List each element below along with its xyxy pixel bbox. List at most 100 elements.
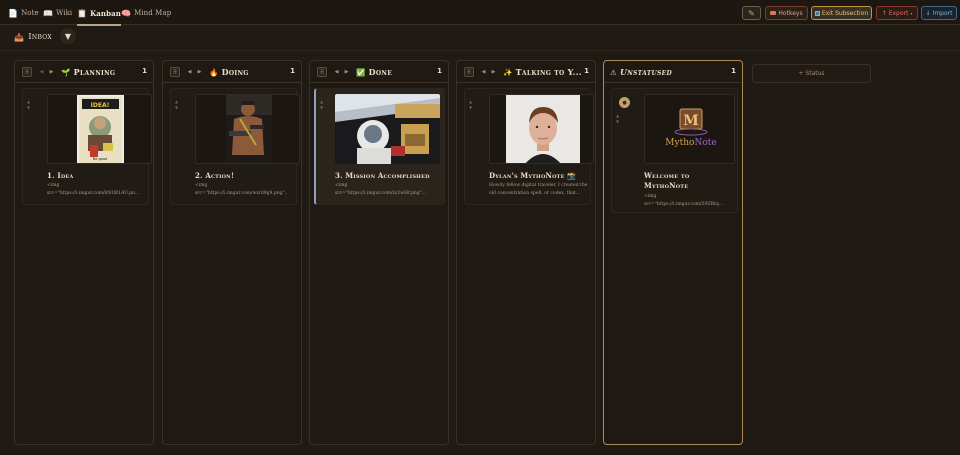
status-icon[interactable]: ●: [619, 97, 630, 108]
card-title-line: Welcome to: [644, 171, 690, 180]
fire-icon: 🔥: [209, 67, 219, 77]
card-snippet: <img src="https://i.imgur.com/wzrd9g9.pn…: [195, 183, 289, 196]
clipboard-icon: 📋: [77, 8, 88, 18]
kanban-column-unstatused: ⚠ Unstatused 1 ● ▲ ▼ M MythoNote Welcome …: [603, 60, 743, 445]
column-title-text: Done: [368, 67, 393, 77]
column-title[interactable]: ✅ Done: [356, 66, 436, 78]
column-count: 1: [290, 67, 295, 75]
tab-label: Mind Map: [134, 9, 172, 17]
card-thumbnail: [489, 94, 594, 164]
column-title-text: Doing: [221, 67, 249, 77]
column-title-text: Unstatused: [619, 67, 673, 77]
card-snippet: <img src="https://i.imgur.com/Z9ZRtq...: [644, 194, 724, 207]
kanban-card[interactable]: ▲ ▼ 2. Action! <img src="https://i.imgur.…: [170, 88, 300, 205]
exit-label: Exit Subsection: [821, 9, 869, 17]
edit-button[interactable]: ✎: [742, 6, 761, 20]
tab-kanban[interactable]: 📋 Kanban: [77, 5, 121, 26]
card-snippet: <img src="https://i.imgur.com/zy2wHf.png…: [335, 183, 427, 196]
column-title[interactable]: ✨ Talking to Y...: [503, 66, 581, 78]
column-count: 1: [142, 67, 147, 75]
column-header: ⠿ ◀ ▶ ✨ Talking to Y... 1: [457, 61, 595, 83]
kanban-column-talking: ⠿ ◀ ▶ ✨ Talking to Y... 1 ▲ ▼ Dylan's Myt…: [456, 60, 596, 445]
import-button[interactable]: ↓ Import: [921, 6, 957, 20]
sparkles-icon: ✨: [503, 67, 513, 77]
inbox-selector[interactable]: 📥 Inbox: [14, 30, 52, 44]
add-status-button[interactable]: + Status: [752, 64, 871, 83]
warning-icon: ⚠: [610, 67, 617, 77]
chevron-down-icon: ▾: [910, 10, 913, 16]
drag-handle-icon[interactable]: ⠿: [317, 67, 327, 77]
astronaut-image: [335, 94, 440, 164]
exit-subsection-button[interactable]: Exit Subsection: [811, 6, 872, 20]
column-title[interactable]: 🌱 Planning: [61, 66, 141, 78]
column-count: 1: [731, 67, 736, 75]
mythonote-logo: M MythoNote: [645, 95, 734, 163]
card-snippet: <img src="https://i.imgur.com/kNLWL4U.pn…: [47, 183, 140, 196]
logo-word-note: Note: [694, 138, 716, 148]
export-button[interactable]: ↑ Export ▾: [876, 6, 918, 20]
inbox-dropdown-button[interactable]: ▼: [60, 28, 76, 44]
book-icon: 📖: [43, 8, 54, 18]
download-icon: ↓: [925, 9, 931, 17]
column-title-text: Planning: [73, 67, 116, 77]
move-right-icon[interactable]: ▶: [489, 67, 498, 76]
card-thumbnail: [335, 94, 440, 164]
inbox-label: Inbox: [28, 32, 52, 42]
card-thumbnail: IDEA! Be good: [47, 94, 152, 164]
svg-text:Be good: Be good: [93, 157, 107, 161]
tab-mind-map[interactable]: 🧠 Mind Map: [121, 5, 171, 21]
card-title: Dylan's MythoNote 📸: [489, 171, 577, 180]
check-icon: ✅: [356, 67, 366, 77]
card-reorder-icon[interactable]: ▲ ▼: [616, 113, 622, 125]
tab-label: Kanban: [90, 8, 121, 18]
column-header: ⚠ Unstatused 1: [604, 61, 742, 83]
kanban-column-doing: ⠿ ◀ ▶ 🔥 Doing 1 ▲ ▼ 2. Action! <img src="…: [162, 60, 302, 445]
move-left-icon[interactable]: ◀: [185, 67, 194, 76]
tab-wiki[interactable]: 📖 Wiki: [43, 5, 72, 21]
top-bar: 📄 Note 📖 Wiki 📋 Kanban 🧠 Mind Map ✎ Hotk…: [0, 0, 960, 26]
move-right-icon[interactable]: ▶: [47, 67, 56, 76]
pencil-icon: ✎: [748, 8, 755, 18]
action-image: [226, 95, 272, 163]
seedling-icon: 🌱: [61, 67, 71, 77]
column-header: ⠿ ◀ ▶ 🔥 Doing 1: [163, 61, 301, 83]
kanban-card[interactable]: ▲ ▼ Dylan's MythoNote 📸 Howdy fellow digi…: [464, 88, 594, 205]
card-reorder-icon[interactable]: ▲ ▼: [320, 99, 326, 111]
drag-handle-icon[interactable]: ⠿: [22, 67, 32, 77]
tab-label: Note: [21, 9, 39, 17]
kanban-card[interactable]: ● ▲ ▼ M MythoNote Welcome to MythoNote <i…: [611, 88, 738, 213]
move-right-icon[interactable]: ▶: [195, 67, 204, 76]
column-title: ⚠ Unstatused: [610, 66, 720, 78]
drag-handle-icon[interactable]: ⠿: [464, 67, 474, 77]
card-reorder-icon[interactable]: ▲ ▼: [27, 99, 33, 111]
move-left-icon[interactable]: ◀: [332, 67, 341, 76]
card-thumbnail: [195, 94, 300, 164]
move-left-icon[interactable]: ◀: [479, 67, 488, 76]
inbox-icon: 📥: [14, 32, 25, 42]
card-snippet: Howdy fellow digital traveler, I created…: [489, 183, 588, 196]
move-left-icon[interactable]: ◀: [37, 67, 46, 76]
poster-image: IDEA! Be good: [77, 95, 124, 163]
card-title: 2. Action!: [195, 171, 235, 180]
kanban-card[interactable]: ▲ ▼ IDEA! Be good 1. Idea <img src="https…: [22, 88, 152, 205]
hotkeys-label: Hotkeys: [778, 9, 803, 17]
tab-note[interactable]: 📄 Note: [8, 5, 39, 21]
logo-word-mytho: Mytho: [665, 138, 694, 148]
move-right-icon[interactable]: ▶: [342, 67, 351, 76]
card-title: Welcome to MythoNote: [644, 171, 744, 191]
kanban-column-done: ⠿ ◀ ▶ ✅ Done 1 ▲ ▼ 3. Mission Accomplish…: [309, 60, 449, 445]
hotkeys-button[interactable]: Hotkeys: [765, 6, 808, 20]
note-icon: 📄: [8, 8, 19, 18]
exit-icon: [814, 10, 820, 16]
drag-handle-icon[interactable]: ⠿: [170, 67, 180, 77]
column-title-text: Talking to Y...: [515, 67, 581, 77]
card-title-line: MythoNote: [644, 181, 689, 190]
brain-icon: 🧠: [121, 8, 132, 18]
kanban-column-planning: ⠿ ◀ ▶ 🌱 Planning 1 ▲▼ IDEA! Be good 1.: [14, 60, 154, 445]
card-reorder-icon[interactable]: ▲ ▼: [469, 99, 475, 111]
kanban-card[interactable]: ▲ ▼ 3. Mission Accomplished <img src="htt…: [314, 88, 445, 205]
card-reorder-icon[interactable]: ▲ ▼: [175, 99, 181, 111]
column-title[interactable]: 🔥 Doing: [209, 66, 289, 78]
column-count: 1: [584, 67, 589, 75]
upload-icon: ↑: [881, 9, 887, 17]
